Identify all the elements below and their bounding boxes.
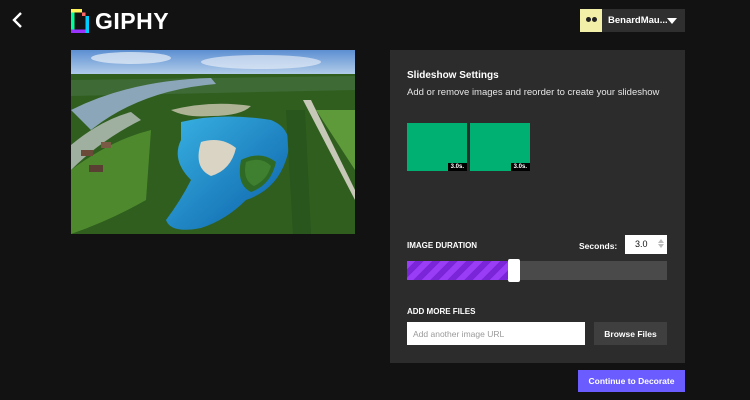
seconds-stepper[interactable] — [657, 238, 664, 251]
thumbnail-duration: 3.0s. — [510, 163, 530, 171]
logo-text: GIPHY — [95, 8, 170, 34]
slideshow-settings-panel: Slideshow Settings Add or remove images … — [390, 50, 685, 363]
giphy-logo-icon — [71, 9, 89, 33]
seconds-label: Seconds: — [579, 241, 618, 251]
image-url-input[interactable]: Add another image URL — [407, 322, 585, 345]
settings-description: Add or remove images and reorder to crea… — [407, 87, 660, 98]
caret-down-icon[interactable] — [667, 17, 677, 24]
slide-thumbnail[interactable]: 3.0s. — [407, 123, 467, 171]
continue-to-decorate-button[interactable]: Continue to Decorate — [578, 370, 685, 392]
image-duration-label: IMAGE DURATION — [407, 241, 478, 250]
seconds-input[interactable]: 3.0 — [625, 235, 667, 254]
duration-slider-fill — [407, 261, 511, 280]
slide-thumbnail[interactable]: 3.0s. — [470, 123, 530, 171]
add-more-files-label: ADD MORE FILES — [407, 307, 476, 316]
back-chevron-icon[interactable] — [8, 10, 28, 30]
user-menu[interactable]: BenardMau... — [580, 9, 685, 32]
username: BenardMau... — [608, 15, 667, 26]
stepper-up-icon[interactable] — [657, 239, 664, 243]
browse-files-button[interactable]: Browse Files — [594, 322, 667, 345]
seconds-value: 3.0 — [635, 239, 648, 249]
slideshow-preview-image — [71, 50, 355, 234]
thumbnail-duration: 3.0s. — [447, 163, 467, 171]
duration-slider[interactable] — [407, 259, 667, 282]
aerial-lake-photo — [71, 50, 355, 234]
stepper-down-icon[interactable] — [657, 244, 664, 248]
giphy-logo[interactable]: GIPHY — [71, 9, 169, 33]
duration-slider-handle[interactable] — [508, 259, 520, 282]
avatar-icon — [580, 9, 602, 32]
settings-title: Slideshow Settings — [407, 70, 499, 81]
image-url-placeholder: Add another image URL — [413, 329, 505, 339]
